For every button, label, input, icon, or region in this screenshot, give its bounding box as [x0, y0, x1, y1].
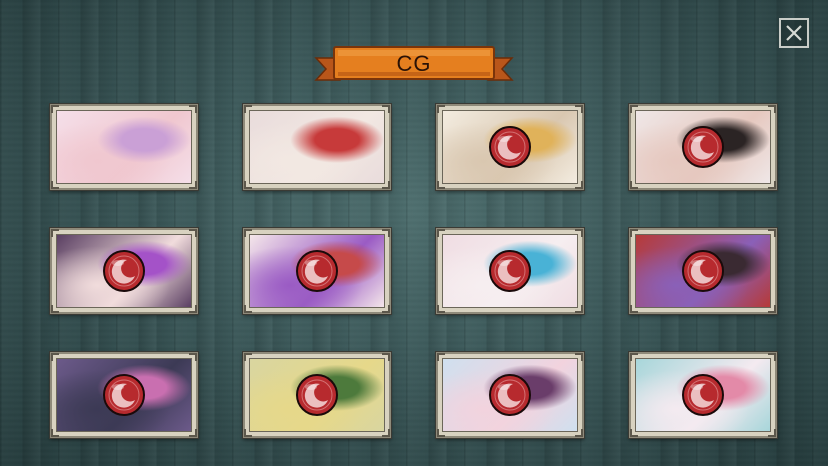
frame-corner-ornament	[575, 181, 583, 189]
frame-corner-ornament	[630, 181, 638, 189]
frame-corner-ornament	[382, 105, 390, 113]
frame-corner-ornament	[51, 305, 59, 313]
cg-thumbnail[interactable]	[50, 228, 198, 314]
cg-thumbnail[interactable]	[436, 104, 584, 190]
cg-thumbnail[interactable]	[50, 352, 198, 438]
frame-corner-ornament	[768, 229, 776, 237]
cg-thumbnail[interactable]	[436, 352, 584, 438]
cg-thumbnail-image	[56, 358, 192, 432]
frame-corner-ornament	[575, 429, 583, 437]
frame-corner-ornament	[51, 229, 59, 237]
frame-corner-ornament	[189, 105, 197, 113]
cg-thumbnail-image	[635, 358, 771, 432]
cg-thumbnail[interactable]	[436, 228, 584, 314]
frame-corner-ornament	[244, 353, 252, 361]
frame-corner-ornament	[189, 229, 197, 237]
frame-corner-ornament	[575, 229, 583, 237]
frame-corner-ornament	[437, 229, 445, 237]
close-button[interactable]	[779, 18, 809, 48]
frame-corner-ornament	[630, 429, 638, 437]
frame-corner-ornament	[51, 429, 59, 437]
frame-corner-ornament	[244, 229, 252, 237]
cg-thumbnail-image	[635, 110, 771, 184]
frame-corner-ornament	[51, 181, 59, 189]
frame-corner-ornament	[244, 305, 252, 313]
frame-corner-ornament	[437, 105, 445, 113]
frame-corner-ornament	[382, 305, 390, 313]
frame-corner-ornament	[575, 305, 583, 313]
cg-thumbnail[interactable]	[629, 104, 777, 190]
cg-thumbnail-image	[56, 234, 192, 308]
frame-corner-ornament	[437, 181, 445, 189]
frame-corner-ornament	[768, 181, 776, 189]
frame-corner-ornament	[189, 353, 197, 361]
cg-thumbnail-image	[635, 234, 771, 308]
frame-corner-ornament	[437, 353, 445, 361]
cg-thumbnail[interactable]	[243, 104, 391, 190]
frame-corner-ornament	[244, 429, 252, 437]
frame-corner-ornament	[768, 429, 776, 437]
cg-thumbnail[interactable]	[243, 228, 391, 314]
title-banner: CG	[314, 44, 514, 88]
frame-corner-ornament	[768, 353, 776, 361]
frame-corner-ornament	[382, 353, 390, 361]
cg-thumbnail-image	[249, 358, 385, 432]
frame-corner-ornament	[51, 105, 59, 113]
frame-corner-ornament	[244, 181, 252, 189]
cg-thumbnail-image	[249, 234, 385, 308]
cg-thumbnail-image	[442, 110, 578, 184]
cg-thumbnail[interactable]	[243, 352, 391, 438]
frame-corner-ornament	[437, 429, 445, 437]
frame-corner-ornament	[768, 305, 776, 313]
frame-corner-ornament	[189, 305, 197, 313]
frame-corner-ornament	[382, 229, 390, 237]
frame-corner-ornament	[437, 305, 445, 313]
frame-corner-ornament	[630, 305, 638, 313]
frame-corner-ornament	[575, 105, 583, 113]
frame-corner-ornament	[768, 105, 776, 113]
frame-corner-ornament	[244, 105, 252, 113]
close-icon	[786, 25, 802, 41]
frame-corner-ornament	[630, 229, 638, 237]
cg-thumbnail[interactable]	[629, 352, 777, 438]
frame-corner-ornament	[382, 181, 390, 189]
frame-corner-ornament	[189, 181, 197, 189]
cg-thumbnail[interactable]	[629, 228, 777, 314]
frame-corner-ornament	[630, 353, 638, 361]
cg-thumbnail-image	[442, 358, 578, 432]
cg-thumbnail[interactable]	[50, 104, 198, 190]
page-title: CG	[396, 51, 432, 76]
frame-corner-ornament	[189, 429, 197, 437]
frame-corner-ornament	[630, 105, 638, 113]
frame-corner-ornament	[382, 429, 390, 437]
cg-thumbnail-image	[442, 234, 578, 308]
cg-thumbnail-image	[249, 110, 385, 184]
frame-corner-ornament	[575, 353, 583, 361]
cg-thumbnail-image	[56, 110, 192, 184]
cg-gallery-grid	[50, 104, 778, 440]
frame-corner-ornament	[51, 353, 59, 361]
